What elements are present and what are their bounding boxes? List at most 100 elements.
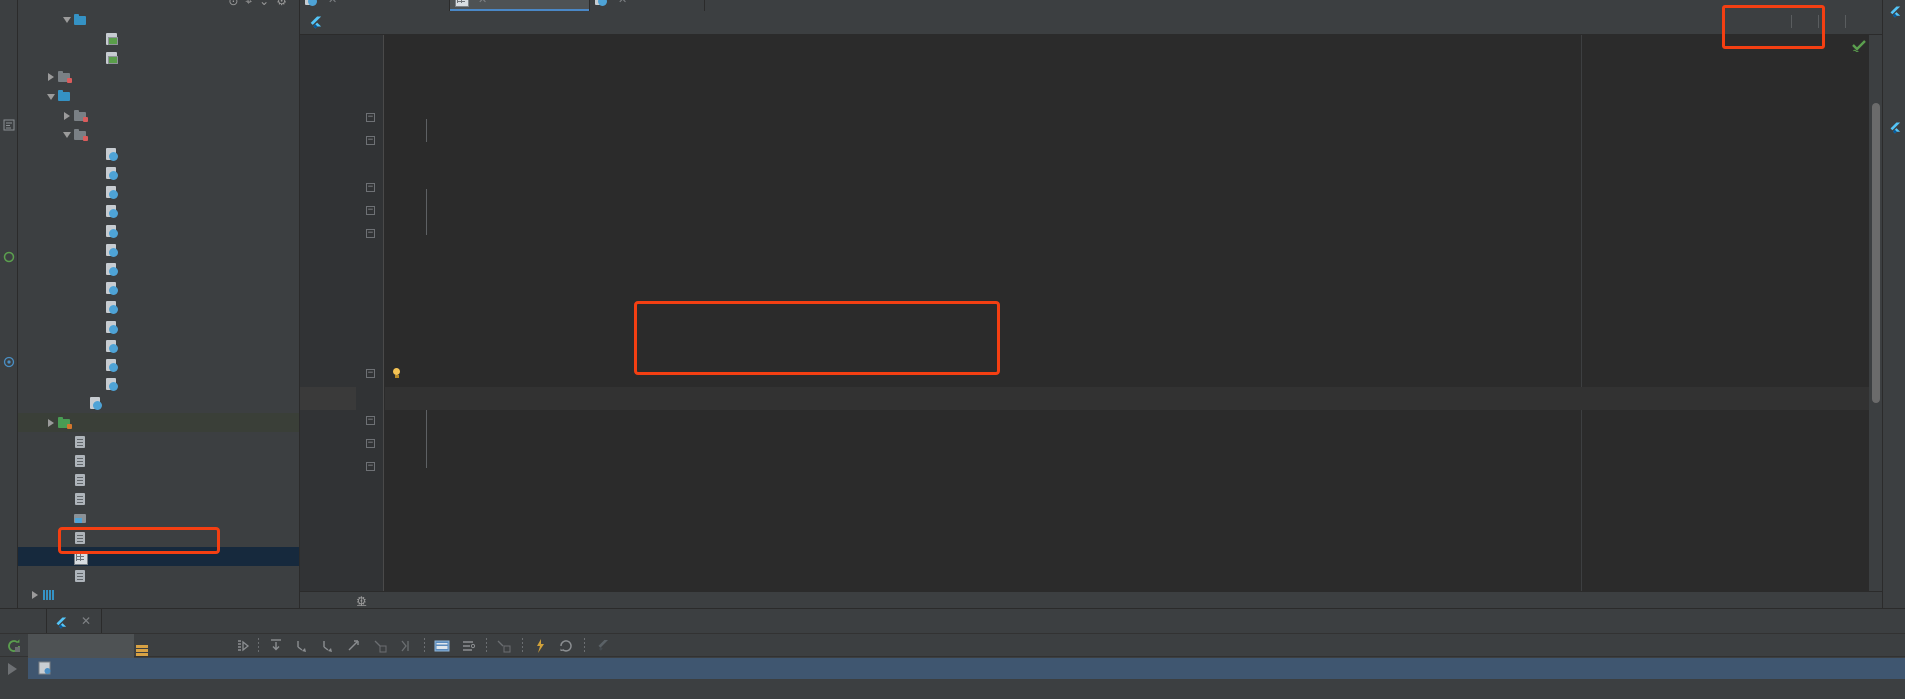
- fold-end-icon[interactable]: −: [366, 462, 375, 472]
- intention-bulb-icon[interactable]: [391, 368, 402, 379]
- chevron-down-icon[interactable]: [46, 91, 57, 102]
- tree-item--packages[interactable]: [18, 490, 299, 509]
- fold-collapse-icon[interactable]: −: [366, 415, 375, 425]
- tree-item-gridview-demo-dart[interactable]: [18, 279, 299, 298]
- code-editor[interactable]: − − − − − − − − −: [300, 35, 1882, 591]
- tree-item-ios[interactable]: [18, 68, 299, 87]
- close-icon[interactable]: ✕: [81, 614, 91, 628]
- chevron-right-icon[interactable]: [46, 417, 57, 428]
- tree-item--flutter-plugins[interactable]: [18, 432, 299, 451]
- folder-src-icon: [57, 70, 72, 84]
- chevron-down-icon[interactable]: [62, 14, 73, 25]
- step-over-icon[interactable]: [268, 638, 284, 654]
- tree-item-listview-demo-dart[interactable]: [18, 317, 299, 336]
- tree-item-fitted-box-dart[interactable]: [18, 259, 299, 278]
- tree-item-center-demo-dart[interactable]: [18, 183, 299, 202]
- force-step-into-icon[interactable]: [320, 638, 336, 654]
- fold-collapse-icon[interactable]: −: [366, 112, 375, 122]
- tree-arrow-none: [62, 532, 73, 543]
- editor-tabs-strip[interactable]: ✕ ✕ ✕: [300, 0, 1882, 11]
- fold-collapse-icon[interactable]: −: [366, 439, 375, 449]
- close-icon[interactable]: ✕: [618, 0, 627, 6]
- tree-arrow-none: [94, 264, 105, 275]
- tree-item-pubspec-lock[interactable]: [18, 528, 299, 547]
- folder-src-icon: [73, 128, 88, 142]
- rail-item-flutter-outline[interactable]: [1883, 6, 1905, 116]
- settings-icon[interactable]: [460, 638, 476, 654]
- tree-item-test[interactable]: [18, 412, 299, 433]
- project-panel-toolbar-icons[interactable]: ⊙⌖⌄⚙: [228, 0, 294, 9]
- evaluate-expression-icon[interactable]: [434, 638, 450, 654]
- project-tree[interactable]: [18, 10, 299, 608]
- drop-frame-icon[interactable]: [372, 638, 388, 654]
- tree-item-pubspec-yaml[interactable]: [18, 547, 299, 567]
- tree-item-container-dart[interactable]: [18, 202, 299, 221]
- tree-item-aspect-ratio-demo-dart[interactable]: [18, 164, 299, 183]
- editor-vertical-scrollbar[interactable]: [1869, 35, 1882, 591]
- chevron-right-icon[interactable]: [30, 590, 41, 601]
- tree-item--gitignore[interactable]: [18, 451, 299, 470]
- debug-session-tab[interactable]: ✕: [46, 609, 103, 633]
- chevron-right-icon[interactable]: [62, 110, 73, 121]
- mute-breakpoints-icon[interactable]: [496, 638, 512, 654]
- tree-arrow-none: [94, 148, 105, 159]
- rail-item-flutter-inspector[interactable]: [1883, 122, 1905, 247]
- tree-item-text-dart[interactable]: [18, 375, 299, 394]
- tree-item-main-dart[interactable]: [18, 394, 299, 413]
- step-out-icon[interactable]: [346, 638, 362, 654]
- code-text[interactable]: [385, 35, 1882, 591]
- fold-end-icon[interactable]: −: [366, 229, 375, 239]
- frames-row[interactable]: [28, 658, 1905, 679]
- editor-tab-image-dart[interactable]: ✕: [590, 0, 705, 11]
- tree-item-lib[interactable]: [18, 87, 299, 106]
- tree-item-flutter-sample-iml[interactable]: [18, 509, 299, 528]
- chevron-down-icon[interactable]: [62, 129, 73, 140]
- rerun-icon[interactable]: [6, 638, 22, 654]
- close-icon[interactable]: ✕: [478, 0, 487, 6]
- show-execution-point-icon[interactable]: [236, 638, 252, 654]
- hide-icon[interactable]: [594, 638, 610, 654]
- variables-icon: [136, 640, 148, 656]
- close-icon[interactable]: ✕: [328, 0, 337, 6]
- tree-item--metadata[interactable]: [18, 471, 299, 490]
- tree-item-external-libraries[interactable]: [18, 586, 299, 605]
- step-into-icon[interactable]: [294, 638, 310, 654]
- tree-item-row-demo-dart[interactable]: [18, 355, 299, 374]
- tree-item-expansiontile-demo-dart[interactable]: [18, 240, 299, 259]
- tree-item-readme-md[interactable]: [18, 566, 299, 585]
- tree-item-2-png[interactable]: [18, 48, 299, 67]
- fold-collapse-icon[interactable]: −: [366, 206, 375, 216]
- inspection-ok-icon[interactable]: [1852, 39, 1866, 53]
- editor-fold-gutter[interactable]: − − − − − − − − −: [356, 35, 427, 591]
- tab-frames-console[interactable]: [28, 634, 134, 658]
- tree-item-padding-demo-dart[interactable]: [18, 336, 299, 355]
- editor-tab-pubspec-yaml[interactable]: ✕: [450, 0, 590, 11]
- chevron-right-icon[interactable]: [46, 72, 57, 83]
- dart-file-icon: [89, 396, 104, 411]
- play-icon[interactable]: [8, 663, 17, 675]
- tree-item-image-demo-dart[interactable]: [18, 298, 299, 317]
- tab-variables[interactable]: [134, 634, 228, 658]
- fold-collapse-icon[interactable]: −: [366, 182, 375, 192]
- tree-arrow-none: [62, 436, 73, 447]
- editor-tab-image-demo-dart[interactable]: ✕: [300, 0, 450, 11]
- tree-item-drawer[interactable]: [18, 106, 299, 125]
- scrollbar-thumb[interactable]: [1872, 103, 1880, 403]
- debug-toolbar: [0, 633, 1905, 658]
- dart-file-icon: [105, 339, 120, 353]
- tree-item-widgets[interactable]: [18, 125, 299, 144]
- fold-end-icon[interactable]: −: [366, 136, 375, 146]
- line-number: [300, 270, 350, 293]
- flutter-commands-links[interactable]: [1765, 15, 1872, 28]
- tree-item-images[interactable]: [18, 10, 299, 29]
- resume-icon[interactable]: [558, 638, 574, 654]
- fold-end-icon[interactable]: −: [366, 369, 375, 379]
- restart-icon[interactable]: [532, 638, 548, 654]
- tree-item-align-demo-dart[interactable]: [18, 144, 299, 163]
- editor-gutter[interactable]: [300, 35, 384, 591]
- line-number: [300, 363, 350, 386]
- run-to-cursor-icon[interactable]: [398, 638, 414, 654]
- line-number: [300, 37, 350, 60]
- tree-item-1-png[interactable]: [18, 29, 299, 48]
- tree-item-expanded-demo-dart[interactable]: [18, 221, 299, 240]
